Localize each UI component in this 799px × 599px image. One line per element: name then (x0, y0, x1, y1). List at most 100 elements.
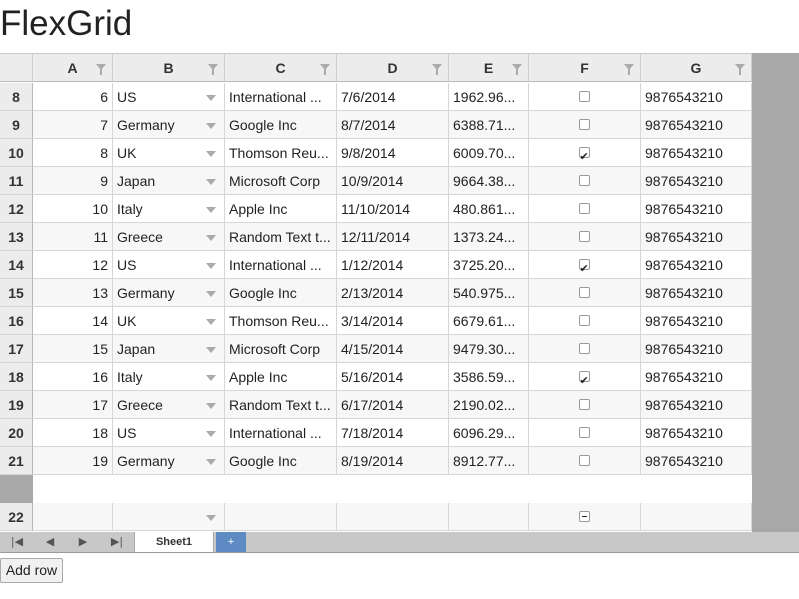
checkbox[interactable] (578, 91, 590, 102)
column-header-c[interactable]: C (225, 54, 337, 82)
dropdown-icon[interactable] (206, 263, 216, 269)
cell-e[interactable]: 9664.38... (449, 167, 529, 195)
cell-g[interactable]: 9876543210 (641, 447, 752, 475)
checkbox[interactable] (578, 455, 590, 466)
cell-f[interactable] (529, 335, 641, 363)
cell-d[interactable]: 11/10/2014 (337, 195, 449, 223)
row-header[interactable]: 13 (0, 223, 33, 251)
dropdown-icon[interactable] (206, 235, 216, 241)
checkbox[interactable] (578, 143, 590, 166)
cell-b[interactable]: Japan (113, 167, 225, 195)
cell-d[interactable]: 8/19/2014 (337, 447, 449, 475)
row-header[interactable]: 22 (0, 503, 33, 531)
cell-a[interactable]: 6 (33, 83, 113, 111)
cell-b[interactable]: US (113, 419, 225, 447)
dropdown-icon[interactable] (206, 95, 216, 101)
sheet-tab-sheet1[interactable]: Sheet1 (134, 532, 214, 552)
cell-d[interactable]: 7/18/2014 (337, 419, 449, 447)
filter-icon[interactable] (624, 64, 634, 75)
dropdown-icon[interactable] (206, 459, 216, 465)
cell-e[interactable]: 6388.71... (449, 111, 529, 139)
cell-e[interactable]: 6009.70... (449, 139, 529, 167)
cell-a[interactable]: 11 (33, 223, 113, 251)
cell-c[interactable]: International ... (225, 83, 337, 111)
top-left-corner[interactable] (0, 54, 33, 82)
checkbox[interactable] (578, 119, 590, 130)
cell-c[interactable]: International ... (225, 251, 337, 279)
next-sheet-icon[interactable]: ▶ (66, 532, 100, 552)
cell-c[interactable]: Thomson Reu... (225, 139, 337, 167)
cell-a[interactable]: 14 (33, 307, 113, 335)
cell-e[interactable]: 2190.02... (449, 391, 529, 419)
summary-cell-b[interactable] (113, 503, 225, 531)
flexgrid[interactable]: ABCDEFG 8 6 US International ... 7/6/2014 196… (0, 53, 799, 532)
new-row-placeholder[interactable] (0, 475, 752, 503)
last-sheet-icon[interactable]: ▶| (100, 532, 134, 552)
cell-c[interactable]: Google Inc (225, 447, 337, 475)
row-header[interactable]: 21 (0, 447, 33, 475)
cell-d[interactable]: 12/11/2014 (337, 223, 449, 251)
cell-a[interactable]: 7 (33, 111, 113, 139)
cell-g[interactable]: 9876543210 (641, 251, 752, 279)
cell-e[interactable]: 1373.24... (449, 223, 529, 251)
cell-d[interactable]: 8/7/2014 (337, 111, 449, 139)
dropdown-icon[interactable] (206, 151, 216, 157)
first-sheet-icon[interactable]: |◀ (0, 532, 34, 552)
cell-e[interactable]: 9479.30... (449, 335, 529, 363)
cell-e[interactable]: 540.975... (449, 279, 529, 307)
cell-a[interactable]: 9 (33, 167, 113, 195)
cell-f[interactable] (529, 447, 641, 475)
cell-e[interactable]: 6679.61... (449, 307, 529, 335)
cell-d[interactable]: 9/8/2014 (337, 139, 449, 167)
cell-b[interactable]: Germany (113, 447, 225, 475)
dropdown-icon[interactable] (206, 291, 216, 297)
cell-f[interactable] (529, 223, 641, 251)
cell-c[interactable]: Random Text t... (225, 223, 337, 251)
cell-c[interactable]: Apple Inc (225, 195, 337, 223)
cell-c[interactable]: Apple Inc (225, 363, 337, 391)
dropdown-icon[interactable] (206, 207, 216, 213)
cell-g[interactable]: 9876543210 (641, 419, 752, 447)
cell-b[interactable]: Italy (113, 195, 225, 223)
cell-f[interactable] (529, 111, 641, 139)
cell-f[interactable] (529, 419, 641, 447)
cell-a[interactable]: 10 (33, 195, 113, 223)
prev-sheet-icon[interactable]: ◀ (33, 532, 67, 552)
cell-c[interactable]: Random Text t... (225, 391, 337, 419)
checkbox[interactable] (578, 315, 590, 326)
cell-a[interactable]: 17 (33, 391, 113, 419)
row-header[interactable]: 15 (0, 279, 33, 307)
cell-b[interactable]: Germany (113, 111, 225, 139)
row-header[interactable]: 18 (0, 363, 33, 391)
filter-icon[interactable] (320, 64, 330, 75)
dropdown-icon[interactable] (206, 515, 216, 521)
checkbox[interactable] (578, 175, 590, 186)
cell-a[interactable]: 8 (33, 139, 113, 167)
column-header-g[interactable]: G (641, 54, 752, 82)
cell-d[interactable]: 7/6/2014 (337, 83, 449, 111)
row-header[interactable]: 8 (0, 83, 33, 111)
cell-g[interactable]: 9876543210 (641, 335, 752, 363)
cell-d[interactable]: 10/9/2014 (337, 167, 449, 195)
summary-cell-a[interactable] (33, 503, 113, 531)
cell-b[interactable]: UK (113, 139, 225, 167)
cell-a[interactable]: 16 (33, 363, 113, 391)
filter-icon[interactable] (432, 64, 442, 75)
cell-f[interactable] (529, 167, 641, 195)
cell-b[interactable]: UK (113, 307, 225, 335)
cell-e[interactable]: 1962.96... (449, 83, 529, 111)
cell-d[interactable]: 4/15/2014 (337, 335, 449, 363)
cell-c[interactable]: International ... (225, 419, 337, 447)
dropdown-icon[interactable] (206, 403, 216, 409)
add-row-button[interactable]: Add row (0, 558, 63, 583)
cell-g[interactable]: 9876543210 (641, 167, 752, 195)
dropdown-icon[interactable] (206, 123, 216, 129)
add-sheet-icon[interactable]: + (216, 532, 246, 552)
cell-g[interactable]: 9876543210 (641, 111, 752, 139)
cell-f[interactable] (529, 279, 641, 307)
cell-f[interactable] (529, 363, 641, 391)
column-header-d[interactable]: D (337, 54, 449, 82)
cell-b[interactable]: US (113, 83, 225, 111)
row-header[interactable]: 17 (0, 335, 33, 363)
summary-cell-c[interactable] (225, 503, 337, 531)
